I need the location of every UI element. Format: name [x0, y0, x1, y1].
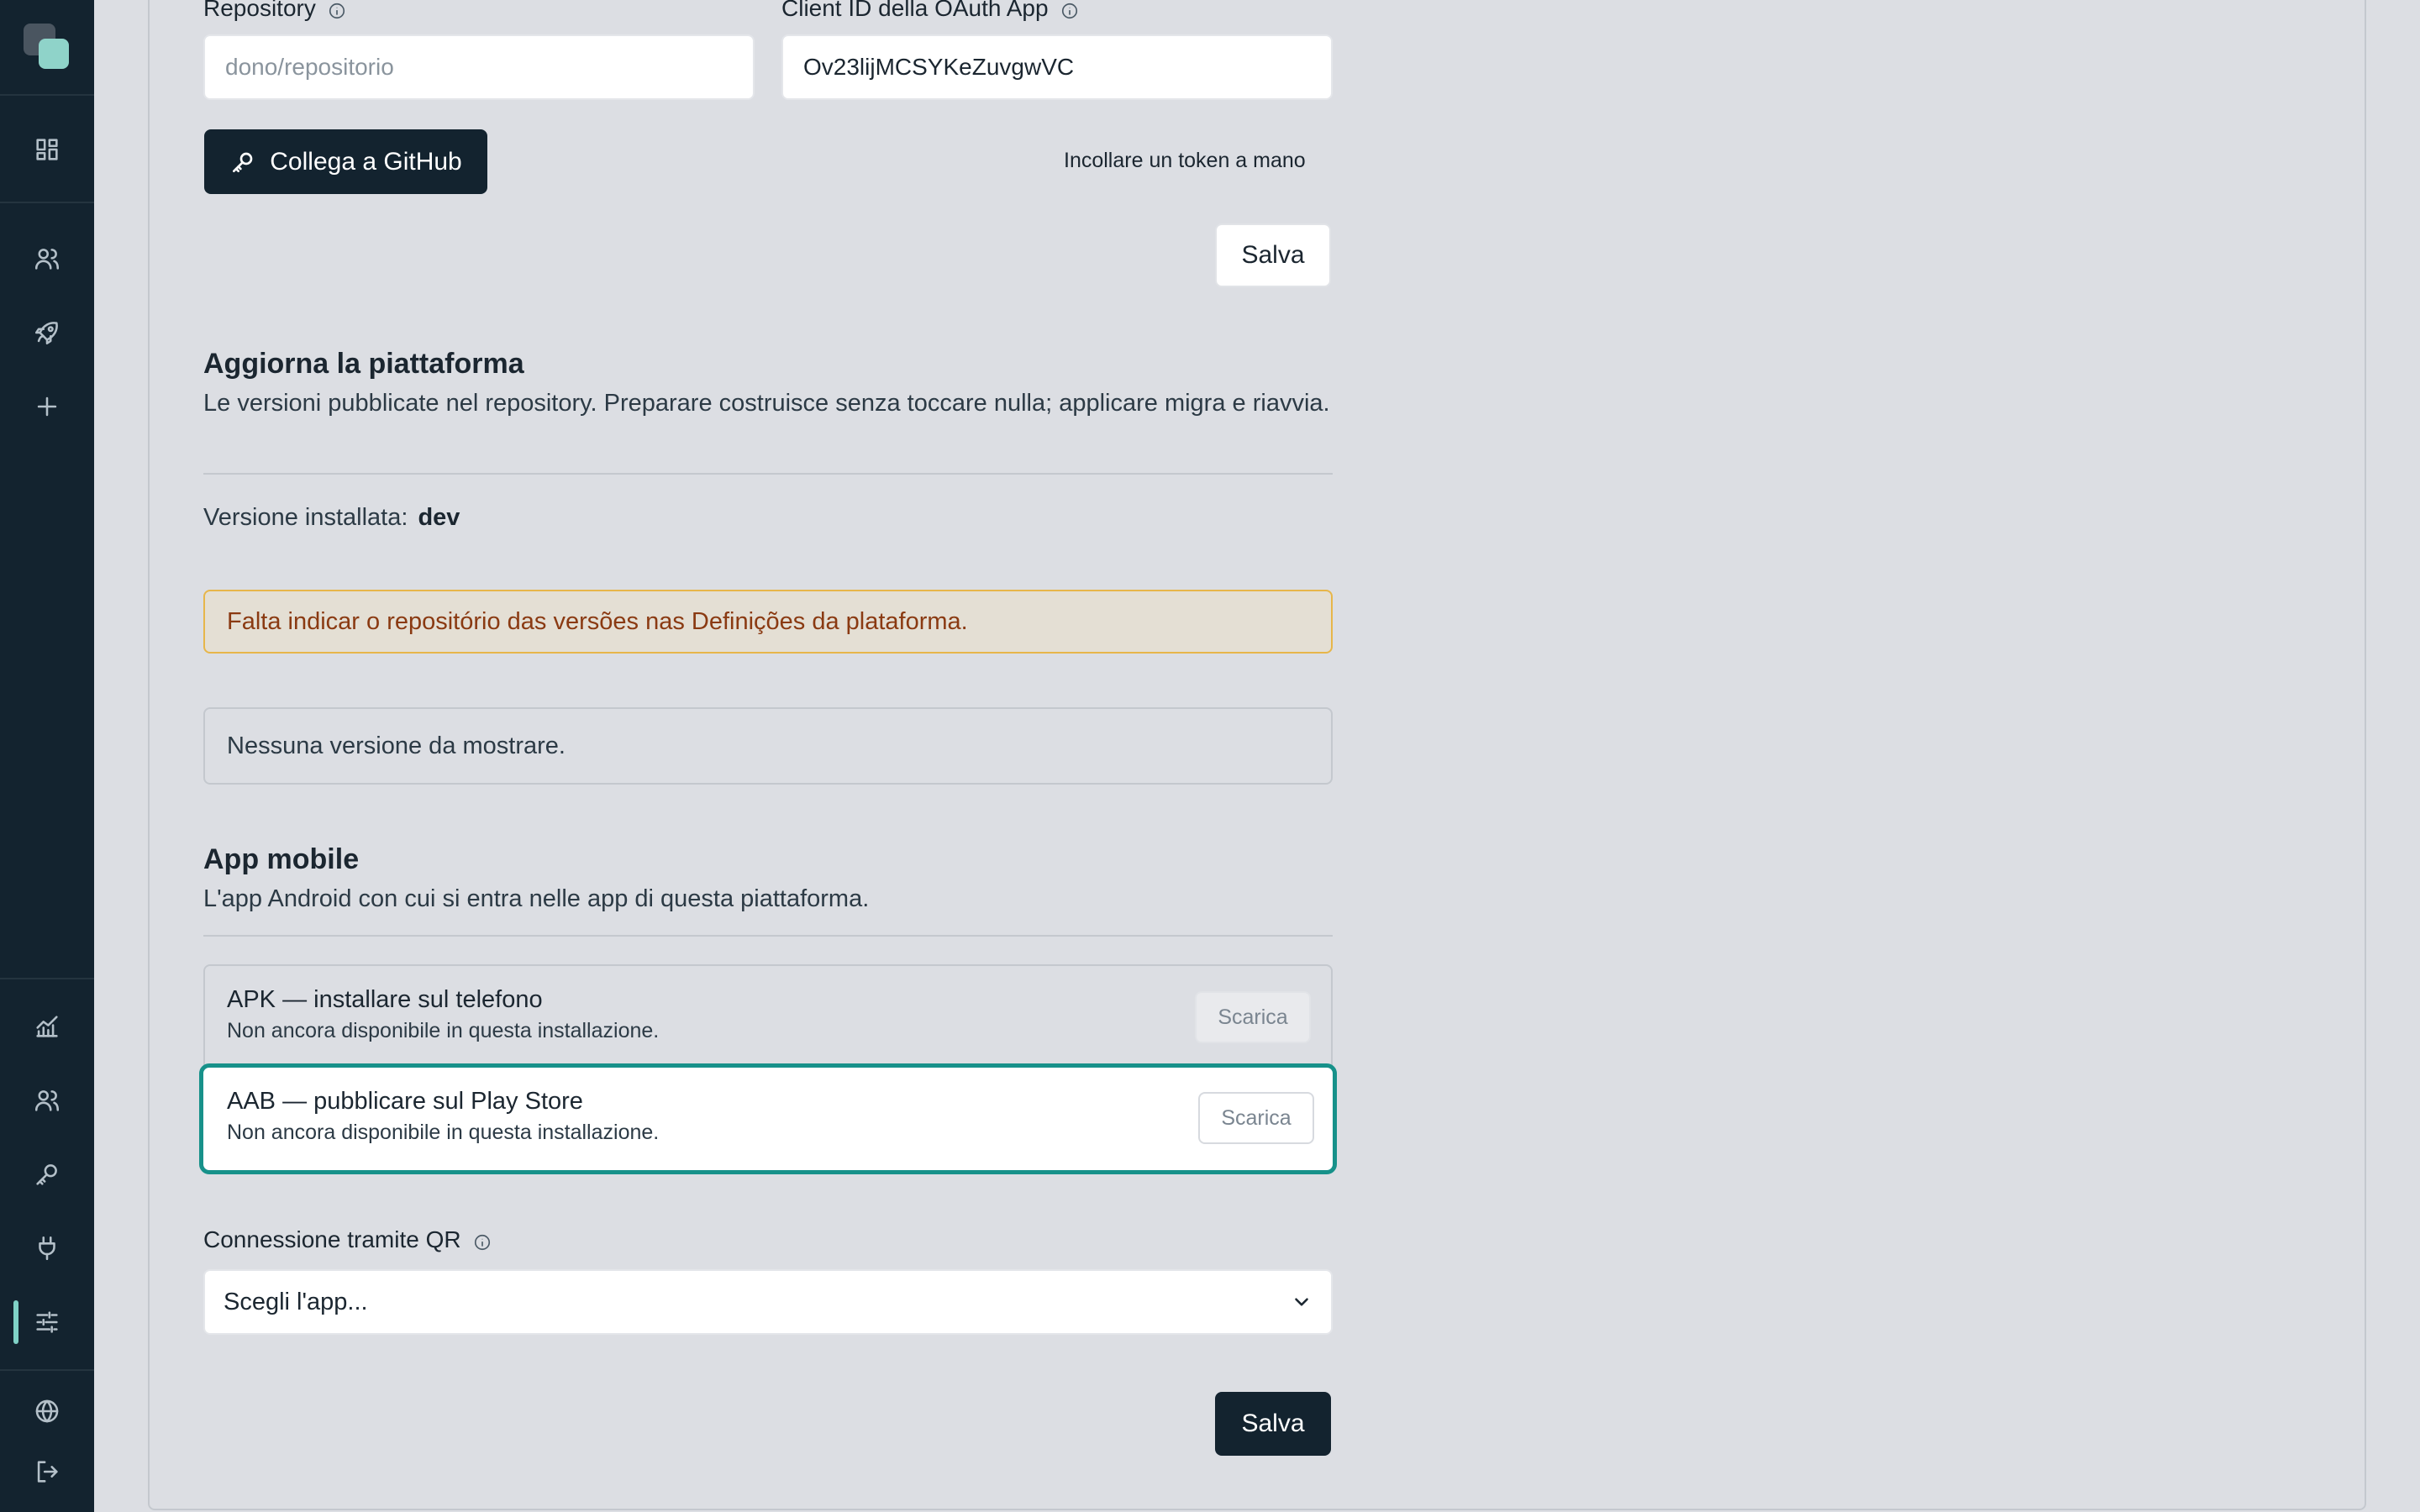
repository-label: Repository	[203, 0, 316, 21]
sliders-icon[interactable]	[27, 1302, 67, 1342]
info-icon[interactable]	[328, 0, 346, 19]
info-icon[interactable]	[1060, 0, 1079, 19]
client-id-input[interactable]: Ov23lijMCSYKeZuvgwVC	[781, 34, 1333, 100]
apk-subtitle: Non ancora disponibile in questa install…	[227, 1019, 660, 1042]
installed-version-label: Versione installata:	[203, 504, 408, 531]
warning-banner: Falta indicar o repositório das versões …	[203, 590, 1333, 654]
mobile-section-title: App mobile	[203, 843, 360, 875]
sidebar-divider	[0, 94, 94, 96]
connect-github-label: Collega a GitHub	[270, 147, 462, 176]
dashboard-icon[interactable]	[27, 129, 67, 170]
section-divider	[203, 473, 1333, 475]
plug-icon[interactable]	[27, 1228, 67, 1268]
team-icon[interactable]	[27, 1080, 67, 1121]
installed-version-value: dev	[418, 504, 460, 531]
app-logo[interactable]	[24, 24, 71, 71]
plus-icon[interactable]	[27, 386, 67, 427]
update-section-description: Le versioni pubblicate nel repository. P…	[203, 390, 1330, 417]
aab-title: AAB — pubblicare sul Play Store	[227, 1088, 583, 1115]
sidebar-divider	[0, 1369, 94, 1371]
aab-subtitle: Non ancora disponibile in questa install…	[227, 1121, 660, 1144]
qr-app-select[interactable]: Scegli l'app...	[203, 1269, 1333, 1335]
aab-download-button[interactable]: Scarica	[1198, 1092, 1314, 1144]
info-icon[interactable]	[473, 1231, 492, 1251]
installed-version: Versione installata: dev	[203, 504, 460, 532]
sidebar-divider	[0, 978, 94, 979]
apk-title: APK — installare sul telefono	[227, 986, 543, 1013]
globe-icon[interactable]	[27, 1391, 67, 1431]
save-button[interactable]: Salva	[1215, 223, 1331, 287]
logo-front-shape	[39, 39, 69, 69]
connect-github-button[interactable]: Collega a GitHub	[204, 129, 487, 194]
client-id-label: Client ID della OAuth App	[781, 0, 1049, 21]
apk-download-button[interactable]: Scarica	[1195, 991, 1311, 1043]
users-icon[interactable]	[27, 239, 67, 279]
versions-empty-state: Nessuna versione da mostrare.	[203, 707, 1333, 785]
paste-token-link[interactable]: Incollare un token a mano	[1064, 149, 1306, 173]
key-icon	[233, 152, 253, 172]
repository-input[interactable]: dono/repositorio	[203, 34, 755, 100]
save-button[interactable]: Salva	[1215, 1392, 1331, 1456]
qr-label: Connessione tramite QR	[203, 1226, 461, 1252]
update-section-title: Aggiorna la piattaforma	[203, 348, 524, 380]
analytics-icon[interactable]	[27, 1006, 67, 1047]
sidebar-divider	[0, 202, 94, 203]
sidebar	[0, 0, 94, 1512]
apk-download-card: APK — installare sul telefono Non ancora…	[203, 964, 1333, 1068]
logout-icon[interactable]	[27, 1452, 67, 1492]
key-icon[interactable]	[27, 1154, 67, 1194]
client-id-label-row: Client ID della OAuth App	[781, 0, 1079, 22]
section-divider	[203, 935, 1333, 937]
aab-download-card: AAB — pubblicare sul Play Store Non anco…	[199, 1063, 1337, 1174]
mobile-section-description: L'app Android con cui si entra nelle app…	[203, 885, 870, 912]
qr-label-row: Connessione tramite QR	[203, 1226, 492, 1253]
qr-app-select-value: Scegli l'app...	[224, 1288, 368, 1315]
active-indicator	[13, 1300, 18, 1344]
chevron-down-icon	[1295, 1298, 1308, 1306]
repository-label-row: Repository	[203, 0, 346, 22]
rocket-icon[interactable]	[27, 312, 67, 353]
